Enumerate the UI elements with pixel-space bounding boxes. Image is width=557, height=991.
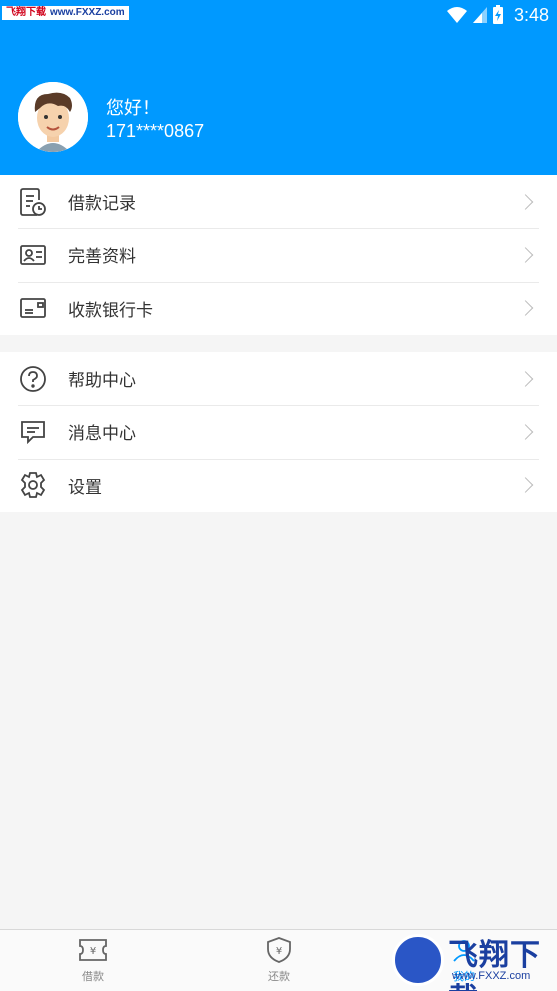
menu-group-service: 帮助中心 消息中心 设置 — [0, 352, 557, 512]
menu-item-bank-card[interactable]: 收款银行卡 — [0, 281, 557, 335]
svg-text:¥: ¥ — [276, 946, 282, 957]
wifi-icon — [446, 7, 467, 23]
watermark-url: www.FXXZ.com — [50, 7, 125, 18]
watermark-logo-icon — [392, 934, 444, 986]
menu-item-label: 设置 — [68, 477, 102, 498]
tab-repay[interactable]: ¥ 还款 — [186, 930, 372, 991]
status-time: 3:48 — [513, 4, 549, 25]
chevron-right-icon — [517, 477, 534, 494]
tab-loan[interactable]: ¥ 借款 — [0, 930, 186, 991]
chevron-right-icon — [517, 193, 534, 210]
loan-ticket-icon: ¥ — [78, 936, 108, 964]
loan-record-icon — [18, 187, 48, 217]
repay-shield-icon: ¥ — [264, 936, 294, 964]
menu-item-label: 帮助中心 — [68, 371, 136, 392]
watermark-url: www.FXXZ.com — [452, 970, 531, 982]
avatar[interactable] — [18, 82, 88, 152]
menu-item-label: 完善资料 — [68, 247, 136, 268]
avatar-face-icon — [18, 82, 88, 152]
battery-charging-icon — [492, 5, 503, 24]
watermark-cn: 飞翔下载 — [6, 7, 46, 18]
id-card-icon — [18, 240, 48, 270]
watermark-top: 飞翔下载 www.FXXZ.com — [2, 6, 129, 20]
tab-label: 借款 — [82, 970, 104, 983]
menu-item-label: 消息中心 — [68, 424, 136, 445]
menu-item-complete-profile[interactable]: 完善资料 — [0, 228, 557, 281]
tab-label: 还款 — [268, 970, 290, 983]
profile-header: 您好！ 171****0867 — [0, 30, 557, 175]
menu-item-settings[interactable]: 设置 — [0, 458, 557, 512]
signal-icon — [472, 7, 487, 23]
phone-number: 171****0867 — [106, 121, 205, 141]
message-icon — [18, 417, 48, 447]
chevron-right-icon — [517, 370, 534, 387]
chevron-right-icon — [517, 247, 534, 263]
settings-icon — [18, 470, 48, 500]
menu-item-label: 借款记录 — [68, 194, 136, 215]
status-bar: 飞翔下载 www.FXXZ.com 3:48 — [0, 0, 557, 30]
menu-item-message-center[interactable]: 消息中心 — [0, 405, 557, 458]
menu-item-label: 收款银行卡 — [68, 300, 153, 321]
status-icons: 3:48 — [446, 4, 549, 26]
menu-item-help-center[interactable]: 帮助中心 — [0, 352, 557, 405]
svg-text:¥: ¥ — [90, 946, 96, 957]
watermark-bottom: 飞翔下载 www.FXXZ.com — [388, 930, 557, 991]
chevron-right-icon — [517, 424, 534, 440]
bank-card-icon — [18, 293, 48, 323]
greeting-text: 您好！ — [106, 98, 160, 119]
help-icon — [18, 364, 48, 394]
menu-group-account: 借款记录 完善资料 收款银行卡 — [0, 175, 557, 335]
menu-item-loan-record[interactable]: 借款记录 — [0, 175, 557, 228]
chevron-right-icon — [517, 300, 534, 317]
